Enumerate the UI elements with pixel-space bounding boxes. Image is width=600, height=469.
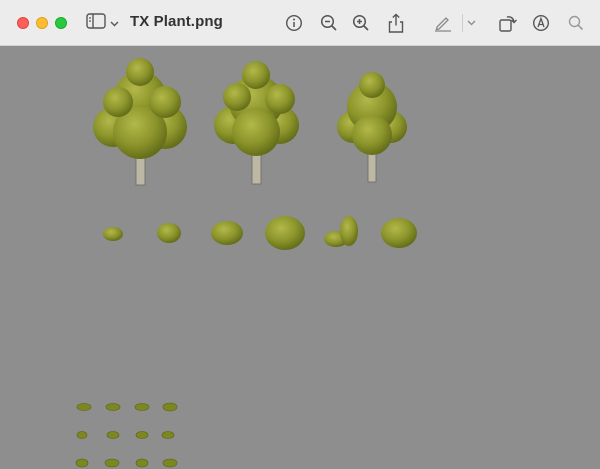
sprout-grid (75, 402, 178, 468)
window-title: TX Plant.png (130, 13, 223, 30)
highlight-menu-chevron-icon[interactable] (464, 12, 478, 34)
bush-sprite-4 (265, 216, 305, 250)
toolbar-separator (462, 14, 463, 32)
sidebar-menu-chevron-icon[interactable] (110, 14, 119, 32)
search-icon[interactable] (565, 12, 587, 34)
highlight-pen-icon[interactable] (432, 12, 454, 34)
bush-sprite-3 (211, 221, 243, 245)
plant-sprite-sheet (75, 58, 417, 468)
zoom-button[interactable] (55, 17, 67, 29)
rotate-icon[interactable] (497, 12, 519, 34)
info-icon[interactable] (283, 12, 305, 34)
zoom-in-icon[interactable] (350, 12, 372, 34)
bush-sprite-1 (103, 227, 123, 241)
close-button[interactable] (17, 17, 29, 29)
sidebar-toggle-button[interactable] (86, 12, 124, 34)
minimize-button[interactable] (36, 17, 48, 29)
tree-sprite-3 (337, 72, 407, 183)
tree-sprite-2 (214, 61, 299, 185)
sidebar-toggle-icon (86, 12, 106, 34)
title-bar: TX Plant.png (0, 0, 600, 46)
zoom-out-icon[interactable] (318, 12, 340, 34)
markup-icon[interactable] (530, 12, 552, 34)
image-canvas (0, 47, 600, 469)
preview-window: TX Plant.png (0, 0, 600, 469)
bush-sprite-6 (381, 218, 417, 248)
tree-sprite-1 (93, 58, 187, 186)
bush-sprite-5 (324, 216, 358, 247)
share-icon[interactable] (385, 12, 407, 34)
bush-sprite-2 (157, 223, 181, 243)
